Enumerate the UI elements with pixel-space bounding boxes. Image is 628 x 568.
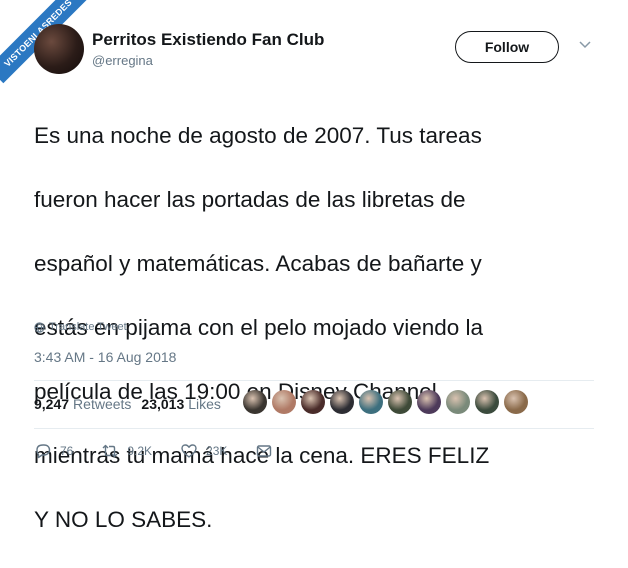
tweet-actions: 76 9.2K 23K <box>34 442 301 460</box>
liker-avatar[interactable] <box>446 390 470 414</box>
heart-icon <box>181 444 197 458</box>
envelope-icon <box>257 445 272 457</box>
liker-avatar[interactable] <box>359 390 383 414</box>
retweet-count: 9.2K <box>127 444 153 458</box>
likes-count: 23,013 <box>141 396 185 412</box>
engagement-stats: 9,247 Retweets 23,013 Likes <box>34 396 231 412</box>
retweets-label: Retweets <box>73 396 132 412</box>
direct-message-button[interactable] <box>255 442 273 460</box>
retweet-icon <box>102 444 118 458</box>
liker-avatar[interactable] <box>475 390 499 414</box>
liker-avatar[interactable] <box>330 390 354 414</box>
liker-avatar[interactable] <box>301 390 325 414</box>
liker-avatar[interactable] <box>504 390 528 414</box>
avatar[interactable] <box>34 24 84 74</box>
divider <box>34 428 594 429</box>
tweet-timestamp[interactable]: 3:43 AM - 16 Aug 2018 <box>34 349 176 365</box>
globe-icon <box>34 321 45 333</box>
retweet-button[interactable]: 9.2K <box>101 442 152 460</box>
follow-button[interactable]: Follow <box>455 31 559 63</box>
chevron-down-icon[interactable] <box>578 37 592 51</box>
likers-avatars <box>243 390 533 414</box>
user-handle[interactable]: @erregina <box>92 53 153 68</box>
tweet-line: fueron hacer las portadas de las libreta… <box>34 187 466 212</box>
retweets-stat[interactable]: 9,247 Retweets <box>34 396 131 412</box>
reply-icon <box>36 444 51 459</box>
tweet-line: Es una noche de agosto de 2007. Tus tare… <box>34 123 482 148</box>
translate-tweet-link[interactable]: Translate Tweet <box>34 321 127 333</box>
retweets-count: 9,247 <box>34 396 70 412</box>
likes-stat[interactable]: 23,013 Likes <box>141 396 221 412</box>
reply-count: 76 <box>60 444 74 458</box>
divider <box>34 380 594 381</box>
liker-avatar[interactable] <box>417 390 441 414</box>
reply-button[interactable]: 76 <box>34 442 73 460</box>
like-count: 23K <box>206 444 228 458</box>
translate-label: Translate Tweet <box>49 321 127 333</box>
liker-avatar[interactable] <box>272 390 296 414</box>
display-name[interactable]: Perritos Existiendo Fan Club <box>92 30 324 50</box>
liker-avatar[interactable] <box>243 390 267 414</box>
likes-label: Likes <box>188 396 221 412</box>
tweet-line: español y matemáticas. Acabas de bañarte… <box>34 251 482 276</box>
like-button[interactable]: 23K <box>180 442 227 460</box>
liker-avatar[interactable] <box>388 390 412 414</box>
tweet-line: Y NO LO SABES. <box>34 507 213 532</box>
